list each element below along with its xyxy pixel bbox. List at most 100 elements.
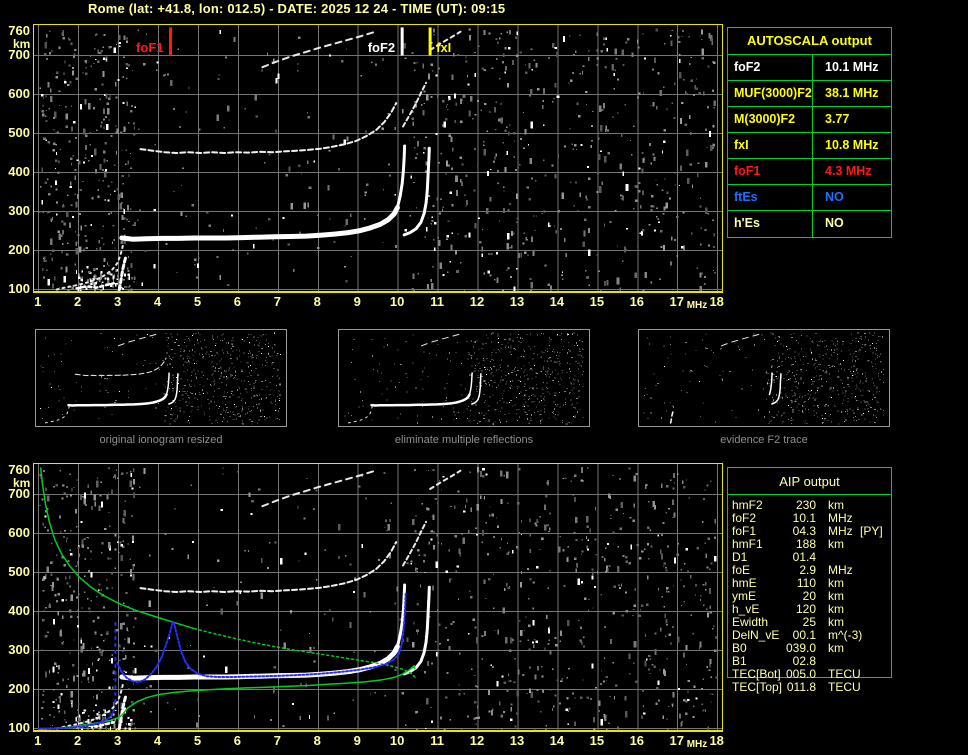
y-tick-label: 500	[8, 563, 30, 579]
y-tick-label: 500	[8, 124, 30, 140]
x-tick-label: 16	[629, 294, 645, 309]
km-unit-label: km	[13, 37, 31, 51]
aip-note-cell	[860, 668, 890, 681]
autoscala-param-cell: fxI	[728, 133, 813, 158]
x-tick-label: 7	[273, 294, 281, 309]
x-tick-label: 1	[34, 294, 42, 309]
thumbnail-caption-evidence: evidence F2 trace	[720, 434, 808, 446]
aip-unit-cell: km	[828, 537, 844, 551]
y-tick-label: 760	[8, 462, 30, 478]
trace-hop2x	[402, 520, 428, 567]
x-tick-label: 1	[34, 733, 42, 748]
aip-note-cell	[860, 577, 890, 590]
trace-es-blob	[669, 410, 674, 424]
autoscala-table-row: foF2 10.1 MHz	[728, 55, 891, 81]
trace-green-profile-dot	[193, 627, 416, 678]
autoscala-table-row: fxI 10.8 MHz	[728, 133, 891, 159]
autoscala-param-cell: ftEs	[728, 185, 813, 210]
trace-f-rise	[165, 372, 170, 396]
autoscala-output-table: AUTOSCALA output foF2 10.1 MHz MUF(3000)F2…	[727, 27, 892, 238]
x-tick-label: 4	[153, 294, 162, 309]
ionogram-plot-bottom	[33, 463, 723, 732]
aip-note-cell	[860, 616, 890, 629]
autoscala-table-rows: foF2 10.1 MHz MUF(3000)F2 38.1 MHz M(3000)F2…	[728, 55, 891, 237]
trace-e-scatter	[347, 406, 373, 424]
aip-note-cell	[860, 642, 890, 655]
x-tick-label: 8	[313, 733, 321, 748]
autoscala-param-cell: MUF(3000)F2	[728, 81, 813, 106]
autoscala-value-cell: 38.1 MHz	[825, 86, 879, 100]
aip-note-cell	[860, 603, 890, 616]
trace-hop2	[74, 357, 167, 377]
y-tick-label: 400	[8, 602, 30, 618]
aip-note-cell	[860, 629, 890, 642]
aip-note-cell	[860, 499, 890, 512]
plot-bottom-canvas	[34, 464, 722, 730]
aip-note-cell	[860, 655, 890, 668]
autoscala-value-cell: NO	[825, 190, 844, 204]
autoscala-value-cell: 4.3 MHz	[825, 164, 872, 178]
thumb2-canvas	[344, 332, 584, 425]
x-tick-label: 8	[313, 294, 321, 309]
trace-f-rise	[768, 372, 773, 396]
aip-note-cell	[860, 538, 890, 551]
x-tick-label: 13	[509, 733, 525, 748]
x-tick-label: 7	[273, 733, 281, 748]
y-tick-label: 200	[8, 241, 30, 257]
aip-note-cell: [PY]	[860, 524, 883, 538]
x-tick-label: 10	[389, 733, 405, 748]
aip-note-cell	[860, 681, 890, 694]
x-tick-label: 15	[589, 733, 605, 748]
aip-param-cell: TEC[Top]	[732, 680, 783, 694]
x-tick-label: 14	[549, 294, 565, 309]
thumbnail-original-ionogram	[35, 329, 287, 427]
y-tick-label: 100	[8, 719, 30, 735]
thumb3-canvas	[643, 332, 885, 425]
aip-note-cell	[860, 564, 890, 577]
autoscala-table-row: ftEs NO	[728, 185, 891, 211]
autoscala-value-cell: NO	[825, 216, 844, 230]
y-tick-label: 600	[8, 85, 30, 101]
x-tick-label: 5	[193, 294, 202, 309]
aip-table-row: TEC[Top] 011.8 TECU	[727, 681, 890, 694]
thumbnail-evidence-f2-trace	[638, 329, 890, 427]
ionogram-plot-top: foF1 foF2 fxI	[33, 24, 723, 293]
trace-f-flat	[67, 393, 168, 407]
mhz-unit-label: MHz	[686, 739, 708, 750]
trace-blue-f	[116, 591, 407, 684]
y-tick-label: 760	[8, 23, 30, 39]
thumbnail-caption-original: original ionogram resized	[99, 434, 223, 446]
autoscala-table-row: MUF(3000)F2 38.1 MHz	[728, 81, 891, 107]
x-tick-label: 4	[153, 733, 162, 748]
autoscala-screen: Rome (lat: +41.8, lon: 012.5) - DATE: 20…	[0, 0, 968, 755]
autoscala-value-cell: 3.77	[825, 112, 850, 126]
aip-note-cell	[860, 590, 890, 603]
trace-top-frag	[429, 469, 462, 490]
autoscala-param-cell: M(3000)F2	[728, 107, 813, 132]
mhz-unit-label: MHz	[686, 300, 708, 311]
autoscala-value-cell: 10.8 MHz	[825, 138, 879, 152]
x-tick-label: 6	[233, 294, 241, 309]
autoscala-param-cell: foF2	[728, 55, 813, 80]
thumbnail-eliminate-reflections	[338, 329, 590, 427]
thumb1-canvas	[39, 332, 282, 425]
x-tick-label: 9	[353, 294, 361, 309]
trace-f-flat	[119, 205, 400, 242]
aip-table-rows: hmF2 230 km foF2 10.1 MHz foF1 04.3 MHz [PY] hmF1 1…	[727, 499, 890, 694]
trace-es-blob	[117, 253, 128, 291]
autoscala-param-cell: h'Es	[728, 211, 813, 237]
fof2-marker-label: foF2	[368, 40, 395, 55]
trace-diag	[721, 333, 762, 347]
fof1-marker-label: foF1	[136, 40, 163, 55]
plot-top-canvas: foF1 foF2 fxI	[34, 25, 722, 291]
x-tick-label: 2	[74, 294, 82, 309]
x-tick-label: 15	[589, 294, 605, 309]
x-tick-label: 6	[233, 733, 241, 748]
x-tick-label: 10	[389, 294, 405, 309]
y-tick-label: 600	[8, 524, 30, 540]
y-tick-label: 300	[8, 202, 30, 218]
x-tick-label: 12	[469, 733, 485, 748]
trace-f-rise	[468, 372, 473, 396]
trace-e-scatter	[44, 406, 70, 424]
fxi-marker-label: fxI	[436, 40, 451, 55]
